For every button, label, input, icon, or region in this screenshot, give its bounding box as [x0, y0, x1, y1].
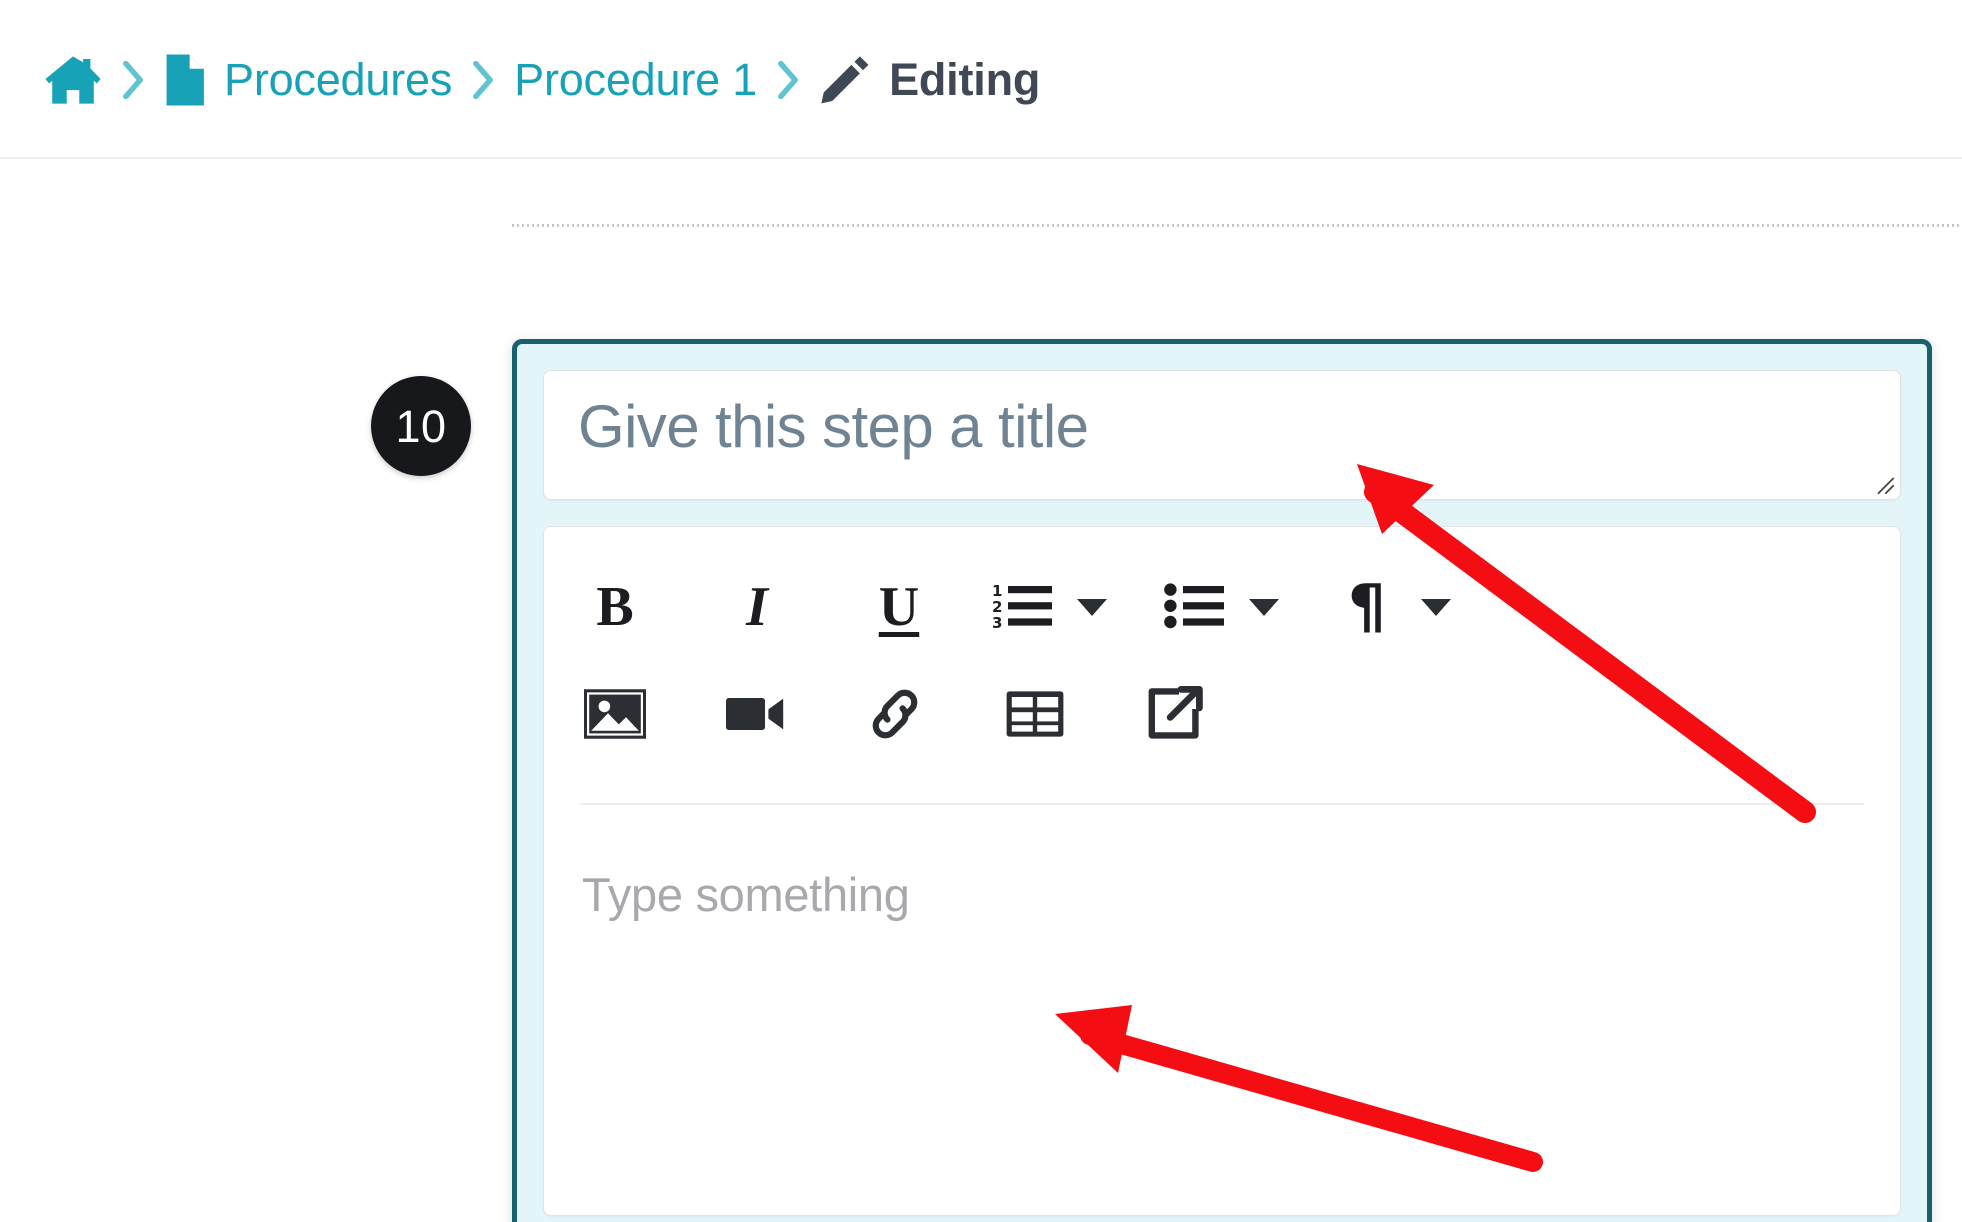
insert-link-button[interactable] — [852, 672, 938, 758]
breadcrumb-separator — [102, 60, 164, 99]
breadcrumb-item-procedure-1[interactable]: Procedure 1 — [514, 57, 757, 102]
breadcrumb: Procedures Procedure 1 Editing — [44, 0, 1040, 159]
editor-toolbar-row-formatting: B I U 1 2 3 ¶ — [544, 559, 1900, 655]
chevron-down-icon — [1077, 598, 1107, 616]
external-link-button[interactable] — [1132, 672, 1218, 758]
editor-toolbar: B I U 1 2 3 ¶ — [544, 527, 1900, 805]
breadcrumb-item-editing: Editing — [819, 54, 1040, 106]
section-divider — [512, 224, 1962, 227]
breadcrumb-item-procedures[interactable]: Procedures — [164, 53, 452, 107]
external-link-icon — [1145, 685, 1205, 746]
editor-content-area[interactable]: Type something — [544, 805, 1900, 1105]
breadcrumb-label-editing: Editing — [889, 54, 1041, 105]
step-number-badge: 10 — [371, 376, 471, 476]
breadcrumb-item-home[interactable] — [44, 53, 102, 107]
chevron-down-icon — [1421, 598, 1451, 616]
rich-text-editor: B I U 1 2 3 ¶ Type something — [543, 526, 1901, 1216]
link-icon — [865, 686, 925, 745]
underline-button[interactable]: U — [856, 564, 942, 650]
step-card: Give this step a title B I U 1 2 3 ¶ Typ… — [512, 339, 1932, 1222]
insert-table-button[interactable] — [992, 672, 1078, 758]
bold-glyph: B — [596, 576, 634, 638]
bold-button[interactable]: B — [572, 564, 658, 650]
step-number-label: 10 — [395, 400, 447, 452]
document-icon — [164, 53, 206, 107]
breadcrumb-label-procedure-1: Procedure 1 — [514, 54, 758, 105]
step-title-placeholder: Give this step a title — [578, 393, 1089, 460]
step-body-placeholder: Type something — [582, 868, 910, 921]
breadcrumb-separator — [757, 60, 819, 99]
editor-toolbar-row-insert — [544, 655, 1900, 775]
ordered-list-button[interactable]: 1 2 3 — [980, 564, 1066, 650]
italic-button[interactable]: I — [714, 564, 800, 650]
table-icon — [1005, 687, 1065, 744]
svg-text:3: 3 — [992, 614, 1002, 631]
app-header: Procedures Procedure 1 Editing — [0, 0, 1962, 159]
video-camera-icon — [724, 689, 786, 742]
bullet-list-button[interactable] — [1152, 564, 1238, 650]
pencil-icon — [819, 54, 871, 106]
pilcrow-icon: ¶ — [1347, 572, 1387, 642]
breadcrumb-separator — [452, 60, 514, 99]
paragraph-format-button[interactable]: ¶ — [1324, 564, 1410, 650]
underline-glyph: U — [878, 576, 920, 638]
italic-glyph: I — [746, 576, 768, 638]
textarea-resize-handle[interactable] — [1873, 473, 1895, 495]
bullet-list-icon — [1164, 581, 1226, 634]
insert-image-button[interactable] — [572, 672, 658, 758]
insert-video-button[interactable] — [712, 672, 798, 758]
chevron-down-icon — [1249, 598, 1279, 616]
breadcrumb-label-procedures: Procedures — [224, 54, 453, 105]
bullet-list-dropdown-button[interactable] — [1238, 564, 1290, 650]
page-root: Procedures Procedure 1 Editing 10 Give t… — [0, 0, 1962, 1222]
image-icon — [584, 686, 646, 745]
ordered-list-icon: 1 2 3 — [992, 581, 1054, 634]
ordered-list-dropdown-button[interactable] — [1066, 564, 1118, 650]
home-icon — [44, 53, 102, 107]
paragraph-format-dropdown-button[interactable] — [1410, 564, 1462, 650]
step-title-field[interactable]: Give this step a title — [543, 370, 1901, 500]
